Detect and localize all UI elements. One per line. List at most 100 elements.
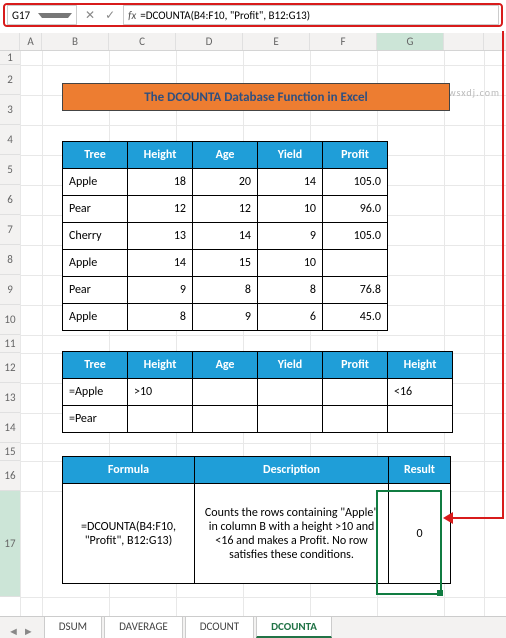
row-header[interactable]: 2	[0, 65, 20, 95]
table-cell[interactable]: Counts the rows containing "Apple" in co…	[195, 484, 389, 584]
table-cell[interactable]: 0	[389, 484, 451, 584]
table-cell[interactable]: =Pear	[63, 406, 128, 433]
table-cell[interactable]: 14	[258, 169, 323, 196]
column-header[interactable]: F	[310, 33, 377, 50]
name-box-value: G17	[12, 9, 38, 22]
table-cell[interactable]: Pear	[63, 196, 128, 223]
table-header: Height	[128, 142, 193, 169]
row-header[interactable]: 9	[0, 275, 20, 305]
cancel-icon[interactable]: ✕	[85, 8, 95, 23]
table-cell[interactable]: 9	[128, 277, 193, 304]
row-header[interactable]: 4	[0, 125, 20, 155]
table-cell[interactable]: 105.0	[323, 223, 388, 250]
table-cell[interactable]: Apple	[63, 304, 128, 331]
row-header[interactable]: 8	[0, 245, 20, 275]
table-cell[interactable]: 9	[193, 304, 258, 331]
table-cell[interactable]: 105.0	[323, 169, 388, 196]
table-cell[interactable]: 20	[193, 169, 258, 196]
row-header[interactable]: 11	[0, 335, 20, 353]
table-cell[interactable]: 76.8	[323, 277, 388, 304]
tab-nav: ◄ ►	[0, 625, 42, 638]
table-header: Tree	[63, 142, 128, 169]
row-header[interactable]: 5	[0, 155, 20, 185]
table-cell[interactable]: 8	[128, 304, 193, 331]
table-cell[interactable]: 45.0	[323, 304, 388, 331]
formula-input[interactable]: fx =DCOUNTA(B4:F10, "Profit", B12:G13)	[123, 5, 499, 25]
table-cell[interactable]: 8	[193, 277, 258, 304]
table-cell[interactable]: 12	[128, 196, 193, 223]
table-cell[interactable]: 10	[258, 196, 323, 223]
row-header[interactable]: 10	[0, 305, 20, 335]
table-cell[interactable]: 9	[258, 223, 323, 250]
tab-prev-icon[interactable]: ◄	[8, 625, 19, 638]
table-header: Height	[388, 352, 453, 379]
column-header[interactable]: E	[243, 33, 310, 50]
name-box-dropdown-icon[interactable]	[38, 13, 72, 18]
table-cell[interactable]	[258, 379, 323, 406]
row-header[interactable]: 3	[0, 95, 20, 125]
row-header[interactable]: 12	[0, 353, 20, 383]
table-cell[interactable]: 14	[128, 250, 193, 277]
row-header[interactable]: 13	[0, 383, 20, 413]
table-cell[interactable]	[193, 406, 258, 433]
table-cell[interactable]: 12	[193, 196, 258, 223]
table-header: Profit	[323, 352, 388, 379]
table-cell[interactable]: Apple	[63, 250, 128, 277]
column-header[interactable]: A	[20, 33, 42, 50]
table-header: Age	[193, 142, 258, 169]
accept-icon[interactable]: ✓	[105, 8, 115, 23]
table-header: Age	[193, 352, 258, 379]
table-cell[interactable]: =DCOUNTA(B4:F10, "Profit", B12:G13)	[63, 484, 195, 584]
table-cell[interactable]	[323, 379, 388, 406]
table-cell[interactable]: 8	[258, 277, 323, 304]
column-header[interactable]: C	[109, 33, 176, 50]
table-cell[interactable]: <16	[388, 379, 453, 406]
column-header[interactable]: G	[377, 33, 444, 50]
fx-icon: fx	[128, 9, 136, 22]
worksheet: ABCDEFG 1234567891011121314151617 wsxdj.…	[0, 33, 506, 616]
table-cell[interactable]	[193, 379, 258, 406]
table-cell[interactable]: =Apple	[63, 379, 128, 406]
watermark: wsxdj.com	[448, 86, 500, 99]
column-header[interactable]	[0, 33, 20, 50]
table-cell[interactable]: 6	[258, 304, 323, 331]
table-cell[interactable]	[128, 406, 193, 433]
row-header[interactable]: 6	[0, 185, 20, 215]
row-headers: 1234567891011121314151617	[0, 51, 20, 597]
formula-bar-container: G17 ✕ ✓ fx =DCOUNTA(B4:F10, "Profit", B1…	[3, 3, 503, 27]
table-cell[interactable]: Pear	[63, 277, 128, 304]
table-cell[interactable]: 18	[128, 169, 193, 196]
table-header: Tree	[63, 352, 128, 379]
tab-next-icon[interactable]: ►	[23, 625, 34, 638]
column-header[interactable]: D	[176, 33, 243, 50]
table-header: Profit	[323, 142, 388, 169]
row-header[interactable]: 7	[0, 215, 20, 245]
table-cell[interactable]	[323, 406, 388, 433]
column-header[interactable]: B	[42, 33, 109, 50]
table-cell[interactable]: >10	[128, 379, 193, 406]
sheet-title: The DCOUNTA Database Function in Excel	[62, 83, 450, 111]
row-header[interactable]: 14	[0, 413, 20, 443]
table-header: Yield	[258, 142, 323, 169]
row-header[interactable]: 15	[0, 443, 20, 461]
table-cell[interactable]	[388, 406, 453, 433]
table-cell[interactable]: Apple	[63, 169, 128, 196]
table-cell[interactable]	[323, 250, 388, 277]
table-cell[interactable]: 10	[258, 250, 323, 277]
row-header[interactable]: 16	[0, 461, 20, 491]
table-cell[interactable]: 13	[128, 223, 193, 250]
name-box[interactable]: G17	[7, 5, 77, 25]
table-cell[interactable]: Cherry	[63, 223, 128, 250]
grid-content[interactable]: wsxdj.com The DCOUNTA Database Function …	[20, 51, 506, 616]
table-cell[interactable]	[258, 406, 323, 433]
column-header[interactable]	[444, 33, 484, 50]
table-header: Height	[128, 352, 193, 379]
row-header[interactable]: 17	[0, 491, 20, 597]
table-cell[interactable]: 15	[193, 250, 258, 277]
table-cell[interactable]: 14	[193, 223, 258, 250]
row-header[interactable]: 1	[0, 51, 20, 65]
table-header: Result	[389, 457, 451, 484]
formula-value: =DCOUNTA(B4:F10, "Profit", B12:G13)	[140, 9, 310, 22]
data-table: TreeHeightAgeYieldProfitApple182014105.0…	[62, 141, 388, 331]
table-cell[interactable]: 96.0	[323, 196, 388, 223]
